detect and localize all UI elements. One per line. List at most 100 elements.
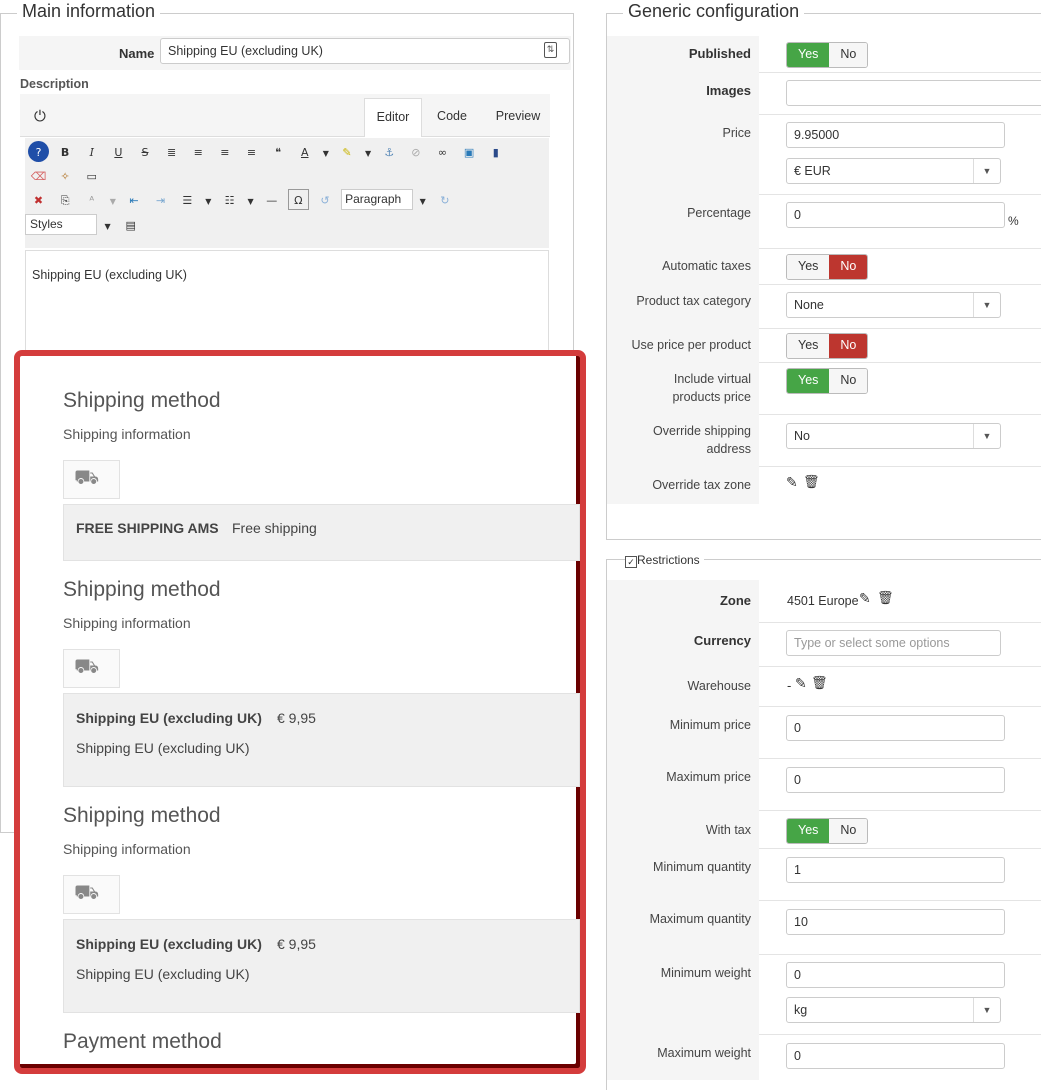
name-input[interactable]: Shipping EU (excluding UK) xyxy=(160,38,570,64)
shipping-option-2-desc: Shipping EU (excluding UK) xyxy=(76,740,250,756)
row-images: Images xyxy=(607,72,1041,115)
text-color-icon[interactable]: A xyxy=(294,141,315,162)
case-icon[interactable]: ᴬ xyxy=(81,189,102,210)
highlight-icon[interactable]: ✎ xyxy=(337,141,358,162)
text-color-dropdown-icon[interactable]: ▼ xyxy=(321,142,331,163)
published-no[interactable]: No xyxy=(829,43,868,67)
shipping-option-3[interactable]: Shipping EU (excluding UK) € 9,95 Shippi… xyxy=(63,919,580,1013)
translate-icon[interactable]: ⇅ xyxy=(544,42,557,58)
cut-icon[interactable]: ✖ xyxy=(28,189,49,210)
trash-icon[interactable]: 🗑 xyxy=(811,675,828,691)
format-select[interactable]: Paragraph xyxy=(341,189,414,210)
min-qty-input[interactable]: 1 xyxy=(786,857,1005,883)
pencil-icon[interactable]: ✎ xyxy=(859,590,871,607)
min-price-label: Minimum price xyxy=(607,706,759,758)
eraser-icon[interactable]: ⌫ xyxy=(28,165,49,186)
tab-preview[interactable]: Preview xyxy=(486,98,550,134)
images-input[interactable] xyxy=(786,80,1041,106)
cleanup-icon[interactable]: ✧ xyxy=(55,165,76,186)
min-weight-input[interactable]: 0 xyxy=(786,962,1005,988)
blockquote-icon[interactable]: ❝ xyxy=(268,141,289,162)
include-virtual-toggle[interactable]: Yes No xyxy=(786,368,869,394)
align-left-icon[interactable]: ≡ xyxy=(214,141,235,162)
undo-icon[interactable]: ↺ xyxy=(315,189,336,210)
override-address-select[interactable]: No ▼ xyxy=(786,423,1001,449)
published-toggle[interactable]: Yes No xyxy=(786,42,869,68)
max-price-input[interactable]: 0 xyxy=(786,767,1005,793)
hr-line-icon[interactable]: — xyxy=(261,189,282,210)
bullet-list-icon[interactable]: ☷ xyxy=(219,189,240,210)
shipping-info-2: Shipping information xyxy=(63,615,191,631)
with-tax-no[interactable]: No xyxy=(829,819,868,843)
paste-icon[interactable]: ⎘ xyxy=(55,189,76,210)
power-icon[interactable]: ⏻ xyxy=(34,108,46,125)
tab-code[interactable]: Code xyxy=(427,98,477,134)
align-right-icon[interactable]: ≡ xyxy=(241,141,262,162)
italic-icon[interactable]: I xyxy=(81,141,102,162)
with-tax-toggle[interactable]: Yes No xyxy=(786,818,869,844)
media-icon[interactable]: ▮ xyxy=(485,141,506,162)
anchor-icon[interactable]: ⚓ xyxy=(379,141,400,162)
tab-editor[interactable]: Editor xyxy=(364,98,422,137)
price-per-product-toggle[interactable]: Yes No xyxy=(786,333,869,359)
currency-select[interactable]: € EUR ▼ xyxy=(786,158,1001,184)
include-virtual-no[interactable]: No xyxy=(829,369,868,393)
case-dropdown-icon[interactable]: ▼ xyxy=(108,190,118,211)
published-yes[interactable]: Yes xyxy=(787,43,830,67)
trash-icon[interactable]: 🗑 xyxy=(803,474,820,490)
underline-icon[interactable]: U xyxy=(108,141,129,162)
max-qty-label: Maximum quantity xyxy=(607,900,759,954)
link-icon[interactable]: ∞ xyxy=(432,141,453,162)
justify-icon[interactable]: ≣ xyxy=(161,141,182,162)
price-per-product-no[interactable]: No xyxy=(829,334,868,358)
shipping-info-1: Shipping information xyxy=(63,426,191,442)
strikethrough-icon[interactable]: S xyxy=(135,141,156,162)
redo-icon[interactable]: ↻ xyxy=(434,189,455,210)
styles-select[interactable]: Styles xyxy=(25,214,97,235)
highlight-dropdown-icon[interactable]: ▼ xyxy=(363,142,373,163)
payment-method-title: Payment method xyxy=(63,1030,222,1053)
chevron-down-icon: ▼ xyxy=(973,424,1000,448)
unlink-icon[interactable]: ⊘ xyxy=(405,141,426,162)
max-weight-label: Maximum weight xyxy=(607,1034,759,1080)
format-dropdown-icon[interactable]: ▼ xyxy=(417,190,429,211)
image-icon[interactable]: ▣ xyxy=(459,141,480,162)
tax-category-select[interactable]: None ▼ xyxy=(786,292,1001,318)
editor-content[interactable]: Shipping EU (excluding UK) xyxy=(25,250,549,360)
max-qty-input[interactable]: 10 xyxy=(786,909,1005,935)
auto-taxes-no[interactable]: No xyxy=(829,255,868,279)
auto-taxes-yes[interactable]: Yes xyxy=(787,255,830,279)
row-currency: Currency Type or select some options xyxy=(607,622,1041,667)
table-icon[interactable]: ▤ xyxy=(120,214,141,235)
help-icon[interactable]: ? xyxy=(28,141,49,162)
styles-dropdown-icon[interactable]: ▼ xyxy=(101,215,115,236)
align-center-icon[interactable]: ≡ xyxy=(188,141,209,162)
shipping-option-2[interactable]: Shipping EU (excluding UK) € 9,95 Shippi… xyxy=(63,693,580,787)
bold-icon[interactable]: B xyxy=(55,141,76,162)
price-per-product-yes[interactable]: Yes xyxy=(787,334,830,358)
auto-taxes-toggle[interactable]: Yes No xyxy=(786,254,869,280)
trash-icon[interactable]: 🗑 xyxy=(877,590,894,606)
include-virtual-yes[interactable]: Yes xyxy=(787,369,830,393)
indent-icon[interactable]: ⇥ xyxy=(150,189,171,210)
percentage-input[interactable]: 0 xyxy=(786,202,1005,228)
weight-unit-select[interactable]: kg ▼ xyxy=(786,997,1001,1023)
numbered-list-icon[interactable]: ☰ xyxy=(177,189,198,210)
special-char-icon[interactable]: Ω xyxy=(287,189,309,210)
shipping-option-1[interactable]: FREE SHIPPING AMS Free shipping xyxy=(63,504,580,561)
restrictions-checkbox[interactable]: ✓ xyxy=(625,556,637,568)
pencil-icon[interactable]: ✎ xyxy=(795,675,807,692)
outdent-icon[interactable]: ⇤ xyxy=(124,189,145,210)
pencil-icon[interactable]: ✎ xyxy=(786,474,798,491)
min-price-input[interactable]: 0 xyxy=(786,715,1005,741)
tax-category-value: None xyxy=(794,298,824,312)
main-information-legend: Main information xyxy=(17,1,161,22)
zone-label: Zone xyxy=(607,580,759,622)
currency-multiselect[interactable]: Type or select some options xyxy=(786,630,1001,656)
with-tax-yes[interactable]: Yes xyxy=(787,819,830,843)
horizontal-rule-icon[interactable]: ▭ xyxy=(81,165,102,186)
price-input[interactable]: 9.95000 xyxy=(786,122,1005,148)
bullet-list-dropdown-icon[interactable]: ▼ xyxy=(246,190,256,211)
max-weight-input[interactable]: 0 xyxy=(786,1043,1005,1069)
numbered-list-dropdown-icon[interactable]: ▼ xyxy=(203,190,213,211)
